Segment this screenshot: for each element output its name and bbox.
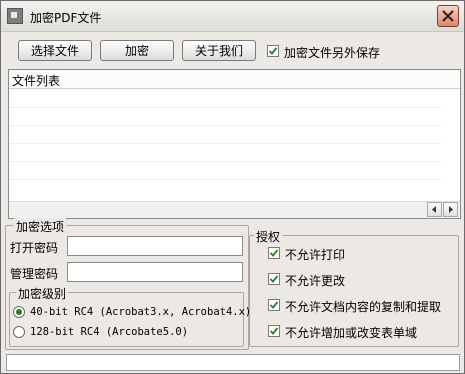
no-modify-checkbox[interactable] xyxy=(268,273,280,285)
select-file-button[interactable]: 选择文件 xyxy=(18,40,92,61)
horizontal-scrollbar[interactable] xyxy=(9,201,460,218)
row-divider xyxy=(9,161,441,162)
status-bar xyxy=(6,354,460,371)
open-password-input[interactable] xyxy=(67,236,243,256)
row-divider xyxy=(9,125,441,126)
encrypt-level-legend: 加密级别 xyxy=(16,285,69,302)
file-list-column-title: 文件列表 xyxy=(12,74,61,88)
close-button[interactable] xyxy=(437,5,459,27)
save-separately-checkbox[interactable] xyxy=(267,45,279,57)
no-print-label: 不允许打印 xyxy=(285,248,346,262)
radio-40bit[interactable] xyxy=(13,306,25,318)
scroll-left-button[interactable] xyxy=(427,202,442,217)
file-list[interactable]: 文件列表 xyxy=(8,69,461,219)
scroll-right-button[interactable] xyxy=(443,202,458,217)
encrypt-options-legend: 加密选项 xyxy=(14,218,67,235)
radio-128bit-label: 128-bit RC4 (Arcobate5.0) xyxy=(30,326,189,338)
check-icon xyxy=(269,301,279,309)
close-icon xyxy=(442,10,454,22)
permissions-legend: 授权 xyxy=(254,228,283,245)
radio-128bit[interactable] xyxy=(13,326,25,338)
row-divider xyxy=(9,107,441,108)
about-button[interactable]: 关于我们 xyxy=(182,40,256,61)
window-title: 加密PDF文件 xyxy=(30,11,102,25)
save-separately-label: 加密文件另外保存 xyxy=(284,46,381,60)
check-icon xyxy=(269,249,279,257)
encrypt-button[interactable]: 加密 xyxy=(100,40,174,61)
no-copy-checkbox[interactable] xyxy=(268,299,280,311)
permissions-group: 授权 不允许打印 不允许更改 不允许文档内容的复制和提取 不允许增加或改变表单域 xyxy=(249,228,459,347)
no-copy-label: 不允许文档内容的复制和提取 xyxy=(285,300,442,314)
check-icon xyxy=(269,275,279,283)
encrypt-options-group: 加密选项 打开密码 管理密码 加密级别 40-bit RC4 (Acrobat3… xyxy=(5,218,251,350)
no-modify-label: 不允许更改 xyxy=(285,274,346,288)
radio-selected-dot xyxy=(16,309,22,315)
no-print-checkbox[interactable] xyxy=(268,247,280,259)
file-list-header[interactable]: 文件列表 xyxy=(9,70,460,89)
admin-password-label: 管理密码 xyxy=(10,267,59,281)
encrypt-level-group: 加密级别 40-bit RC4 (Acrobat3.x, Acrobat4.x)… xyxy=(9,285,251,347)
title-bar[interactable]: 加密PDF文件 xyxy=(1,1,464,32)
no-form-fields-label: 不允许增加或改变表单域 xyxy=(285,326,418,340)
app-icon xyxy=(7,8,23,24)
admin-password-input[interactable] xyxy=(67,262,243,282)
no-form-fields-checkbox[interactable] xyxy=(268,325,280,337)
check-icon xyxy=(268,47,278,55)
row-divider xyxy=(9,179,441,180)
main-window: 加密PDF文件 选择文件 加密 关于我们 加密文件另外保存 文件列表 加密选项 … xyxy=(0,0,465,374)
open-password-label: 打开密码 xyxy=(10,241,59,255)
arrow-right-icon xyxy=(449,206,453,213)
arrow-left-icon xyxy=(432,206,436,213)
row-divider xyxy=(9,143,441,144)
radio-40bit-label: 40-bit RC4 (Acrobat3.x, Acrobat4.x) xyxy=(30,306,252,318)
check-icon xyxy=(269,327,279,335)
